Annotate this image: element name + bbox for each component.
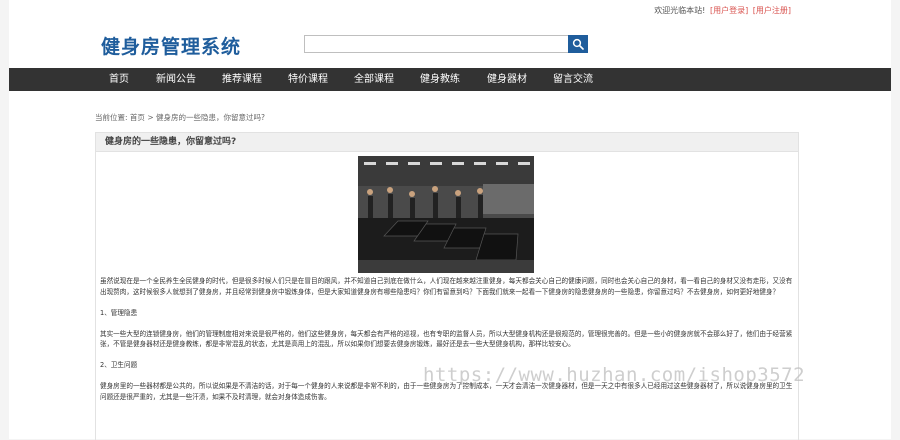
article-title: 健身房的一些隐患，你留意过吗? bbox=[96, 133, 798, 152]
article-section-heading: 1、管理隐患 bbox=[100, 308, 138, 317]
nav-item-news[interactable]: 新闻公告 bbox=[156, 68, 196, 91]
breadcrumb-separator: > bbox=[147, 113, 154, 122]
register-link[interactable]: [用户注册] bbox=[753, 6, 791, 15]
article-paragraph: 虽然说现在是一个全民养生全民健身的时代，但是很多时候人们只是在冒目的跟风，并不知… bbox=[100, 277, 793, 296]
nav-item-special-courses[interactable]: 特价课程 bbox=[288, 68, 328, 91]
top-bar: 欢迎光临本站! [用户登录] [用户注册] bbox=[654, 5, 791, 16]
search-icon bbox=[572, 38, 584, 50]
welcome-text: 欢迎光临本站! bbox=[654, 6, 706, 15]
breadcrumb-prefix: 当前位置: bbox=[95, 113, 128, 122]
nav-item-messages[interactable]: 留言交流 bbox=[553, 68, 593, 91]
nav-item-home[interactable]: 首页 bbox=[109, 68, 129, 91]
breadcrumb-home[interactable]: 首页 bbox=[130, 113, 145, 122]
nav-item-equipment[interactable]: 健身器材 bbox=[487, 68, 527, 91]
gym-photo bbox=[358, 156, 534, 273]
search-input[interactable] bbox=[304, 35, 576, 53]
breadcrumb: 当前位置: 首页 > 健身房的一些隐患，你留意过吗? bbox=[95, 112, 265, 123]
breadcrumb-current: 健身房的一些隐患，你留意过吗? bbox=[156, 113, 265, 122]
article-panel: 健身房的一些隐患，你留意过吗? 虽然说现在是一个全民养生全民健身的时代，但是很多… bbox=[95, 132, 799, 440]
site-logo[interactable]: 健身房管理系统 bbox=[101, 32, 241, 59]
main-nav: 首页 新闻公告 推荐课程 特价课程 全部课程 健身教练 健身器材 留言交流 bbox=[9, 68, 891, 91]
login-link[interactable]: [用户登录] bbox=[710, 6, 748, 15]
nav-item-coaches[interactable]: 健身教练 bbox=[420, 68, 460, 91]
nav-item-recommended-courses[interactable]: 推荐课程 bbox=[222, 68, 262, 91]
article-paragraph: 其实一些大型的连锁健身房，他们的管理制度相对来说是很严格的，他们这些健身房，每天… bbox=[100, 329, 793, 349]
nav-item-all-courses[interactable]: 全部课程 bbox=[354, 68, 394, 91]
watermark: https://www.huzhan.com/ishop3572 bbox=[423, 364, 806, 386]
page: 欢迎光临本站! [用户登录] [用户注册] 健身房管理系统 首页 新闻公告 推荐… bbox=[9, 0, 891, 440]
search-button[interactable] bbox=[568, 35, 588, 53]
article-body: 虽然说现在是一个全民养生全民健身的时代，但是很多时候人们只是在冒目的跟风，并不知… bbox=[100, 276, 794, 413]
